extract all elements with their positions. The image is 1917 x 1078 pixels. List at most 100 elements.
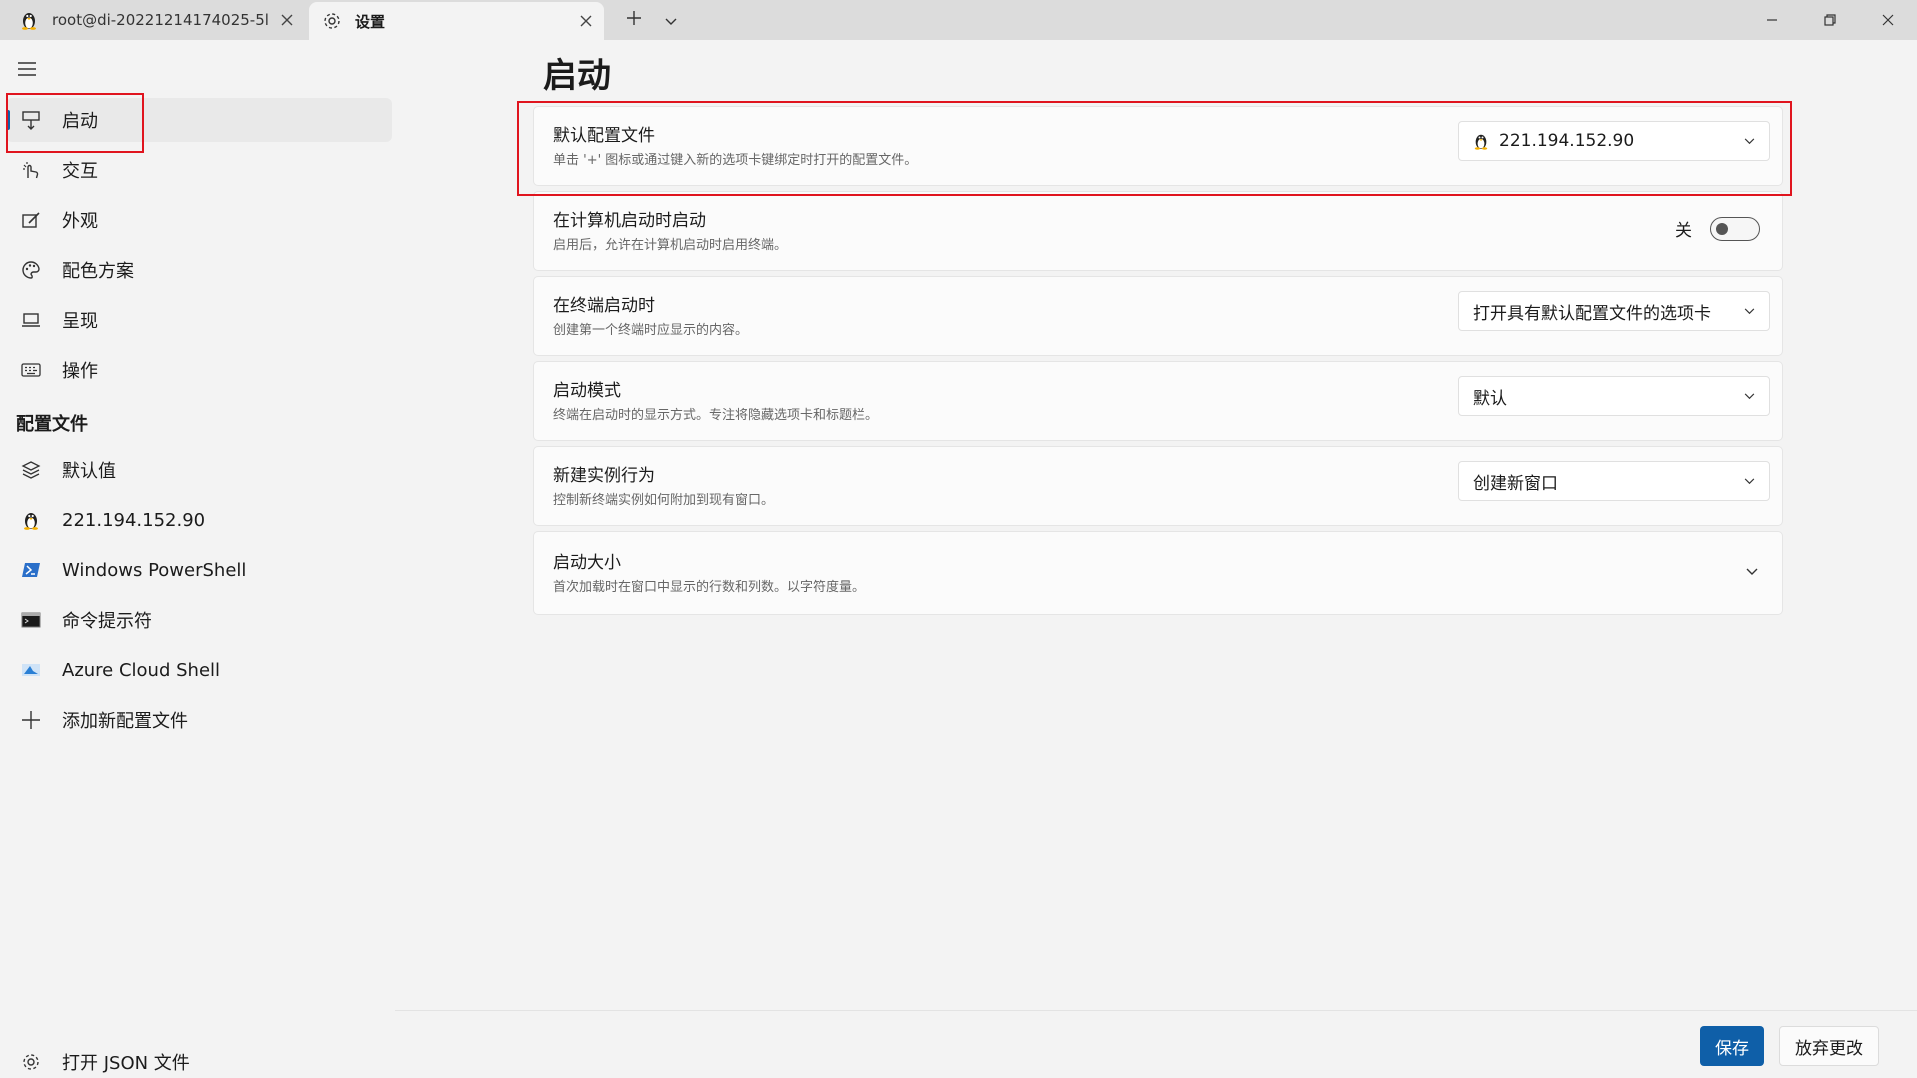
linux-penguin-icon: [14, 506, 48, 534]
add-new-profile-button[interactable]: 添加新配置文件: [6, 698, 392, 742]
linux-penguin-icon: [1473, 132, 1489, 150]
minimize-button[interactable]: [1743, 0, 1801, 40]
sidebar: 启动 交互 外观 配色方案 呈现 操作 配置文件 默认值 221.194.152…: [0, 40, 395, 1078]
sidebar-item-color-schemes[interactable]: 配色方案: [6, 248, 392, 292]
dropdown-value: 打开具有默认配置文件的选项卡: [1473, 303, 1711, 324]
dropdown-value: 221.194.152.90: [1499, 131, 1635, 151]
discard-changes-button[interactable]: 放弃更改: [1779, 1026, 1879, 1066]
page-title: 启动: [543, 56, 611, 96]
tab-settings[interactable]: 设置: [309, 2, 604, 40]
setting-launch-mode: 启动模式 终端在启动时的显示方式。专注将隐藏选项卡和标题栏。 默认: [533, 361, 1783, 441]
cmd-icon: [14, 606, 48, 634]
toggle-state-label: 关: [1675, 221, 1692, 241]
close-window-button[interactable]: [1859, 0, 1917, 40]
setting-description: 终端在启动时的显示方式。专注将隐藏选项卡和标题栏。: [553, 408, 879, 423]
tab-terminal[interactable]: root@di-20221214174025-5l8c: [0, 0, 305, 40]
setting-launch-size[interactable]: 启动大小 首次加载时在窗口中显示的行数和列数。以字符度量。: [533, 531, 1783, 615]
setting-description: 启用后，允许在计算机启动时启用终端。: [553, 238, 788, 253]
setting-description: 控制新终端实例如何附加到现有窗口。: [553, 493, 775, 508]
close-icon[interactable]: [568, 6, 604, 36]
title-bar: root@di-20221214174025-5l8c 设置: [0, 0, 1917, 40]
startup-icon: [14, 106, 48, 134]
tab-dropdown-button[interactable]: [656, 0, 686, 40]
plus-icon: [14, 706, 48, 734]
new-instance-dropdown[interactable]: 创建新窗口: [1458, 461, 1770, 501]
setting-title: 启动模式: [553, 381, 621, 401]
setting-title: 新建实例行为: [553, 466, 655, 486]
close-icon[interactable]: [269, 5, 305, 35]
restore-button[interactable]: [1801, 0, 1859, 40]
setting-description: 单击 '+' 图标或通过键入新的选项卡键绑定时打开的配置文件。: [553, 153, 918, 168]
selection-indicator: [6, 110, 10, 130]
sidebar-item-label: 命令提示符: [62, 611, 152, 632]
new-tab-button[interactable]: [614, 0, 654, 40]
sidebar-item-profile-ssh[interactable]: 221.194.152.90: [6, 498, 392, 542]
setting-title: 默认配置文件: [553, 126, 655, 146]
tab-label: root@di-20221214174025-5l8c: [52, 11, 269, 29]
toggle-knob: [1716, 222, 1728, 235]
dropdown-value: 创建新窗口: [1473, 473, 1558, 494]
powershell-icon: [14, 556, 48, 584]
plus-icon: [626, 10, 642, 30]
chevron-down-icon: [1729, 291, 1769, 331]
gear-icon: [14, 1048, 48, 1076]
footer-divider: [395, 1010, 1917, 1011]
azure-icon: [14, 656, 48, 684]
restore-icon: [1824, 11, 1836, 30]
sidebar-item-label: 启动: [62, 111, 98, 132]
setting-on-terminal-startup: 在终端启动时 创建第一个终端时应显示的内容。 打开具有默认配置文件的选项卡: [533, 276, 1783, 356]
appearance-icon: [14, 206, 48, 234]
open-json-button[interactable]: 打开 JSON 文件: [6, 1042, 190, 1078]
toggle-switch[interactable]: [1710, 216, 1760, 241]
linux-penguin-icon: [18, 9, 40, 31]
profiles-header: 配置文件: [16, 414, 88, 435]
sidebar-item-label: Azure Cloud Shell: [62, 659, 221, 681]
sidebar-item-label: 配色方案: [62, 261, 134, 282]
sidebar-item-appearance[interactable]: 外观: [6, 198, 392, 242]
layers-icon: [14, 456, 48, 484]
chevron-down-icon: [665, 11, 677, 30]
setting-title: 启动大小: [553, 553, 621, 573]
sidebar-item-label: 默认值: [62, 461, 116, 482]
setting-default-profile: 默认配置文件 单击 '+' 图标或通过键入新的选项卡键绑定时打开的配置文件。 2…: [533, 106, 1783, 186]
setting-description: 首次加载时在窗口中显示的行数和列数。以字符度量。: [553, 580, 866, 595]
save-button[interactable]: 保存: [1700, 1026, 1764, 1066]
main-content: 启动 默认配置文件 单击 '+' 图标或通过键入新的选项卡键绑定时打开的配置文件…: [395, 40, 1917, 1078]
sidebar-item-label: Windows PowerShell: [62, 559, 247, 581]
sidebar-item-azure[interactable]: Azure Cloud Shell: [6, 648, 392, 692]
hamburger-icon: [17, 61, 37, 81]
sidebar-item-powershell[interactable]: Windows PowerShell: [6, 548, 392, 592]
sidebar-item-cmd[interactable]: 命令提示符: [6, 598, 392, 642]
tab-label: 设置: [355, 12, 386, 31]
keyboard-icon: [14, 356, 48, 384]
launch-mode-dropdown[interactable]: 默认: [1458, 376, 1770, 416]
setting-new-instance-behavior: 新建实例行为 控制新终端实例如何附加到现有窗口。 创建新窗口: [533, 446, 1783, 526]
on-startup-dropdown[interactable]: 打开具有默认配置文件的选项卡: [1458, 291, 1770, 331]
minimize-icon: [1766, 11, 1778, 30]
default-profile-dropdown[interactable]: 221.194.152.90: [1458, 121, 1770, 161]
setting-launch-on-startup: 在计算机启动时启动 启用后，允许在计算机启动时启用终端。 关: [533, 191, 1783, 271]
sidebar-item-label: 呈现: [62, 311, 98, 332]
sidebar-item-defaults[interactable]: 默认值: [6, 448, 392, 492]
sidebar-item-label: 操作: [62, 361, 98, 382]
dropdown-value: 默认: [1473, 388, 1507, 409]
setting-title: 在计算机启动时启动: [553, 211, 706, 231]
chevron-down-icon: [1729, 461, 1769, 501]
setting-description: 创建第一个终端时应显示的内容。: [553, 323, 749, 338]
palette-icon: [14, 256, 48, 284]
rendering-icon: [14, 306, 48, 334]
sidebar-item-actions[interactable]: 操作: [6, 348, 392, 392]
sidebar-item-startup[interactable]: 启动: [6, 98, 392, 142]
sidebar-item-rendering[interactable]: 呈现: [6, 298, 392, 342]
chevron-down-icon: [1729, 376, 1769, 416]
close-icon: [1882, 11, 1894, 30]
sidebar-item-label: 外观: [62, 211, 98, 232]
sidebar-item-label: 添加新配置文件: [62, 711, 188, 732]
gear-icon: [321, 10, 343, 32]
interaction-icon: [14, 156, 48, 184]
hamburger-menu-button[interactable]: [12, 58, 42, 84]
launch-on-startup-toggle[interactable]: 关: [1675, 216, 1760, 241]
sidebar-item-interaction[interactable]: 交互: [6, 148, 392, 192]
sidebar-item-label: 交互: [62, 161, 98, 182]
chevron-down-icon[interactable]: [1740, 562, 1764, 582]
